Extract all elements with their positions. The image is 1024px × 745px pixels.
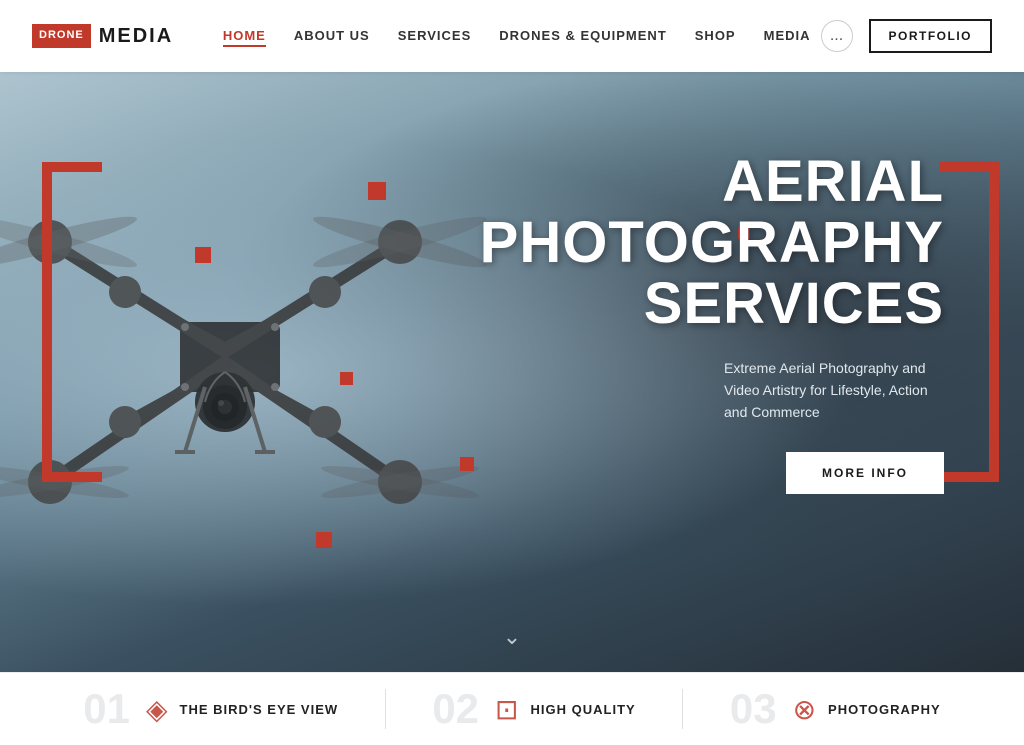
red-square-1 — [368, 182, 386, 200]
hero-title-line2: SERVICES — [644, 271, 944, 336]
scroll-arrow[interactable]: ⌄ — [503, 624, 521, 650]
nav-more-dots[interactable]: ... — [821, 20, 853, 52]
nav-link-about[interactable]: ABOUT US — [294, 28, 370, 43]
bottom-item-3: 03 ⊗ PHOTOGRAPHY — [730, 688, 941, 730]
nav-item-about[interactable]: ABOUT US — [294, 27, 370, 45]
bottom-item-2: 02 ⊡ HIGH QUALITY — [432, 688, 635, 730]
nav-item-drones[interactable]: DRONES & EQUIPMENT — [499, 27, 667, 45]
nav-link-services[interactable]: SERVICES — [398, 28, 472, 43]
bottom-num-1: 01 — [83, 688, 130, 730]
nav-link-home[interactable]: HOME — [223, 28, 266, 47]
nav-link-drones[interactable]: DRONES & EQUIPMENT — [499, 28, 667, 43]
bottom-item-1: 01 ◈ THE BIRD'S EYE VIEW — [83, 688, 338, 730]
nav-links: HOME ABOUT US SERVICES DRONES & EQUIPMEN… — [223, 27, 811, 45]
bottom-section: 01 ◈ THE BIRD'S EYE VIEW 02 ⊡ HIGH QUALI… — [0, 672, 1024, 745]
bottom-label-3: PHOTOGRAPHY — [828, 702, 941, 717]
nav-item-shop[interactable]: SHOP — [695, 27, 736, 45]
portfolio-button[interactable]: PORTFOLIO — [869, 19, 993, 53]
bottom-num-3: 03 — [730, 688, 777, 730]
more-info-button[interactable]: MORE INFO — [786, 452, 944, 494]
nav-link-shop[interactable]: SHOP — [695, 28, 736, 43]
nav-item-media[interactable]: MEDIA — [764, 27, 811, 45]
bottom-label-2: HIGH QUALITY — [531, 702, 636, 717]
red-square-2 — [195, 247, 211, 263]
high-quality-icon: ⊡ — [495, 693, 518, 726]
birds-eye-icon: ◈ — [146, 693, 168, 726]
bottom-label-1: THE BIRD'S EYE VIEW — [180, 702, 339, 717]
bracket-right — [939, 162, 999, 482]
nav-link-media[interactable]: MEDIA — [764, 28, 811, 43]
nav-item-home[interactable]: HOME — [223, 27, 266, 45]
bracket-left — [42, 162, 102, 482]
hero-content: AERIAL PHOTOGRAPHY SERVICES Extreme Aeri… — [464, 152, 944, 494]
hero-title-line1: AERIAL PHOTOGRAPHY — [480, 149, 944, 275]
logo[interactable]: DRONE MEDIA — [32, 24, 173, 47]
bottom-num-2: 02 — [432, 688, 479, 730]
hero-title: AERIAL PHOTOGRAPHY SERVICES — [464, 152, 944, 335]
bottom-divider-1 — [385, 689, 386, 729]
bottom-divider-2 — [682, 689, 683, 729]
logo-text: MEDIA — [99, 25, 173, 48]
red-square-5 — [340, 372, 353, 385]
nav-item-services[interactable]: SERVICES — [398, 27, 472, 45]
hero-section: AERIAL PHOTOGRAPHY SERVICES Extreme Aeri… — [0, 72, 1024, 672]
photography-icon: ⊗ — [793, 693, 816, 726]
navbar: DRONE MEDIA HOME ABOUT US SERVICES DRONE… — [0, 0, 1024, 72]
logo-box: DRONE — [32, 24, 91, 47]
red-square-4 — [316, 532, 332, 548]
hero-subtitle: Extreme Aerial Photography and Video Art… — [724, 357, 944, 424]
